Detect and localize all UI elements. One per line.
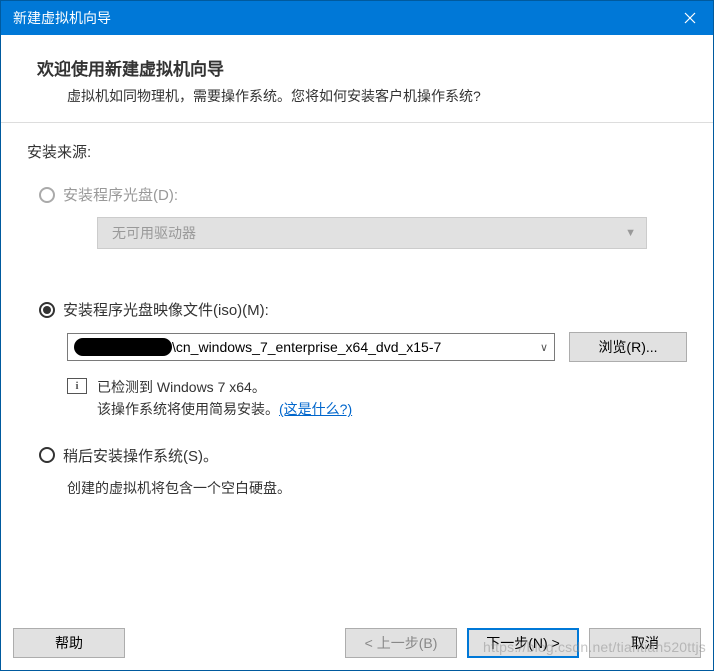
chevron-down-icon: ∨ <box>540 341 548 354</box>
next-button[interactable]: 下一步(N) > <box>467 628 579 658</box>
header-title: 欢迎使用新建虚拟机向导 <box>37 55 683 80</box>
radio-later[interactable] <box>39 447 55 463</box>
radio-disc[interactable] <box>39 187 55 203</box>
option-iso-label: 安装程序光盘映像文件(iso)(M): <box>63 299 269 320</box>
browse-button[interactable]: 浏览(R)... <box>569 332 687 362</box>
install-source-label: 安装来源: <box>27 141 687 162</box>
disc-drive-text: 无可用驱动器 <box>112 223 196 243</box>
option-disc-label: 安装程序光盘(D): <box>63 184 178 205</box>
disc-drive-dropdown: 无可用驱动器 ▼ <box>97 217 647 249</box>
chevron-down-icon: ▼ <box>625 227 636 239</box>
option-later-label: 稍后安装操作系统(S)。 <box>63 445 218 466</box>
info-icon: i <box>67 378 87 394</box>
help-button[interactable]: 帮助 <box>13 628 125 658</box>
wizard-window: 新建虚拟机向导 欢迎使用新建虚拟机向导 虚拟机如同物理机，需要操作系统。您将如何… <box>0 0 714 671</box>
option-iso-row[interactable]: 安装程序光盘映像文件(iso)(M): <box>27 299 687 320</box>
iso-input-row: \cn_windows_7_enterprise_x64_dvd_x15-7 ∨… <box>67 332 687 362</box>
header-desc: 虚拟机如同物理机，需要操作系统。您将如何安装客户机操作系统? <box>37 86 683 106</box>
redacted-path <box>74 338 172 356</box>
detected-info-text: 已检测到 Windows 7 x64。 该操作系统将使用简易安装。(这是什么?) <box>97 376 352 421</box>
titlebar: 新建虚拟机向导 <box>1 1 713 35</box>
iso-path-text: \cn_windows_7_enterprise_x64_dvd_x15-7 <box>172 339 536 355</box>
close-icon <box>684 12 696 24</box>
footer: 帮助 < 上一步(B) 下一步(N) > 取消 <box>1 618 713 670</box>
window-title: 新建虚拟机向导 <box>13 8 111 28</box>
iso-path-combobox[interactable]: \cn_windows_7_enterprise_x64_dvd_x15-7 ∨ <box>67 333 555 361</box>
option-disc-row[interactable]: 安装程序光盘(D): <box>27 184 687 205</box>
header-section: 欢迎使用新建虚拟机向导 虚拟机如同物理机，需要操作系统。您将如何安装客户机操作系… <box>1 35 713 123</box>
close-button[interactable] <box>667 1 713 35</box>
what-is-this-link[interactable]: (这是什么?) <box>279 401 352 417</box>
detected-info-row: i 已检测到 Windows 7 x64。 该操作系统将使用简易安装。(这是什么… <box>67 376 687 421</box>
content-area: 安装来源: 安装程序光盘(D): 无可用驱动器 ▼ 安装程序光盘映像文件(iso… <box>1 123 713 618</box>
cancel-button[interactable]: 取消 <box>589 628 701 658</box>
radio-iso[interactable] <box>39 302 55 318</box>
later-desc: 创建的虚拟机将包含一个空白硬盘。 <box>67 478 687 498</box>
option-later-row[interactable]: 稍后安装操作系统(S)。 <box>27 445 687 466</box>
back-button[interactable]: < 上一步(B) <box>345 628 457 658</box>
